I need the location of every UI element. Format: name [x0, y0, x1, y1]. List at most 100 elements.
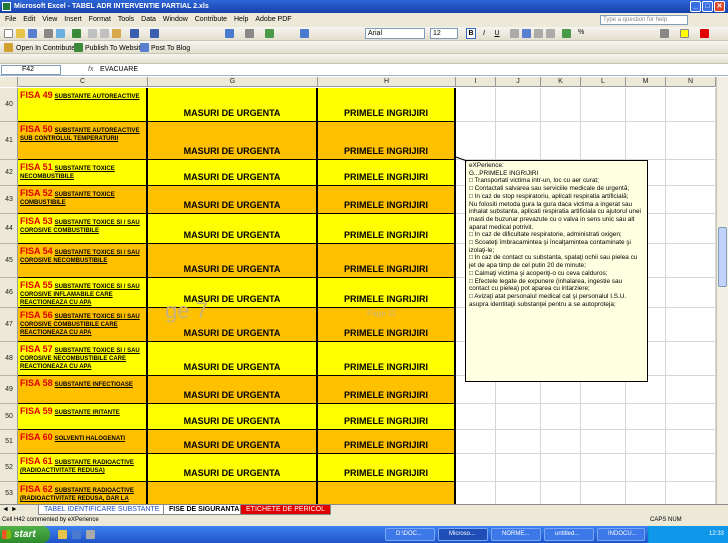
save-icon[interactable]: [28, 29, 37, 38]
empty-cell[interactable]: [626, 454, 666, 482]
menu-edit[interactable]: Edit: [23, 16, 35, 23]
task-button[interactable]: D:\DOC...: [385, 528, 435, 541]
empty-cell[interactable]: [666, 278, 716, 308]
empty-cell[interactable]: [496, 122, 541, 160]
cell-fisa[interactable]: FISA 62 SUBSTANTE RADIOACTIVE (RADIOACTI…: [18, 482, 148, 504]
cell-masuri-urgenta[interactable]: MASURI DE URGENTA: [148, 430, 318, 454]
cell-fisa[interactable]: FISA 61 SUBSTANTE RADIOACTIVE (RADIOACTI…: [18, 454, 148, 482]
empty-cell[interactable]: [666, 160, 716, 186]
task-button[interactable]: untitled...: [544, 528, 594, 541]
cell-masuri-urgenta[interactable]: MASURI DE URGENTA: [148, 214, 318, 244]
task-button[interactable]: NORME...: [491, 528, 541, 541]
fx-icon[interactable]: fx: [88, 64, 93, 76]
align-center-icon[interactable]: [522, 29, 531, 38]
empty-cell[interactable]: [496, 404, 541, 430]
task-button[interactable]: INDOCU...: [597, 528, 645, 541]
vertical-scrollbar[interactable]: [716, 77, 728, 504]
empty-cell[interactable]: [541, 404, 581, 430]
copy-icon[interactable]: [100, 29, 109, 38]
row-header[interactable]: 52: [0, 454, 18, 482]
empty-cell[interactable]: [541, 122, 581, 160]
print-icon[interactable]: [44, 29, 53, 38]
font-name-select[interactable]: Arial: [365, 28, 425, 39]
menu-contribute[interactable]: Contribute: [195, 16, 227, 23]
open-in-contribute-button[interactable]: Open In Contribute: [16, 44, 75, 53]
row-header[interactable]: 48: [0, 342, 18, 376]
empty-cell[interactable]: [456, 88, 496, 122]
task-button-active[interactable]: Microso...: [438, 528, 488, 541]
fill-color-icon[interactable]: [680, 29, 689, 38]
cell-fisa[interactable]: FISA 51 SUBSTANTE TOXICE NECOMBUSTIBILE: [18, 160, 148, 186]
empty-cell[interactable]: [541, 454, 581, 482]
menu-adobe-pdf[interactable]: Adobe PDF: [255, 16, 291, 23]
cell-fisa[interactable]: FISA 55 SUBSTANTE TOXICE SI / SAU COROSI…: [18, 278, 148, 308]
empty-cell[interactable]: [666, 482, 716, 504]
cell-masuri-urgenta[interactable]: MASURI DE URGENTA: [148, 160, 318, 186]
minimize-button[interactable]: _: [690, 1, 701, 12]
empty-cell[interactable]: [456, 404, 496, 430]
empty-cell[interactable]: [666, 430, 716, 454]
cell-fisa[interactable]: FISA 54 SUBSTANTE TOXICE SI / SAU COROSI…: [18, 244, 148, 278]
tab-fise-de-siguranta[interactable]: FISE DE SIGURANTA: [163, 505, 246, 515]
column-header-n[interactable]: N: [666, 77, 716, 87]
cell-masuri-urgenta[interactable]: MASURI DE URGENTA: [148, 186, 318, 214]
currency-icon[interactable]: [562, 29, 571, 38]
autosum-icon[interactable]: [245, 29, 254, 38]
cell-primele-ingrijiri[interactable]: PRIMELE INGRIJIRI: [318, 342, 456, 376]
cell-primele-ingrijiri[interactable]: PRIMELE INGRIJIRI: [318, 454, 456, 482]
empty-cell[interactable]: [666, 214, 716, 244]
cell-comment-box[interactable]: eXPerience: G...PRIMELE INGRIJIRI □ Tran…: [465, 160, 648, 382]
menu-insert[interactable]: Insert: [64, 16, 82, 23]
empty-cell[interactable]: [666, 122, 716, 160]
font-color-icon[interactable]: [700, 29, 709, 38]
hyperlink-icon[interactable]: [225, 29, 234, 38]
column-header-h[interactable]: H: [318, 77, 456, 87]
cell-masuri-urgenta[interactable]: MASURI DE URGENTA: [148, 404, 318, 430]
row-header[interactable]: 44: [0, 214, 18, 244]
empty-cell[interactable]: [581, 430, 626, 454]
empty-cell[interactable]: [626, 430, 666, 454]
cell-primele-ingrijiri[interactable]: PRIMELE INGRIJIRI: [318, 122, 456, 160]
cell-primele-ingrijiri[interactable]: PRIMELE INGRIJIRI: [318, 404, 456, 430]
cell-masuri-urgenta[interactable]: MASURI DE URGENTA: [148, 88, 318, 122]
align-left-icon[interactable]: [510, 29, 519, 38]
empty-cell[interactable]: [666, 244, 716, 278]
column-header-l[interactable]: L: [581, 77, 626, 87]
cell-masuri-urgenta[interactable]: [148, 482, 318, 504]
cell-primele-ingrijiri[interactable]: [318, 482, 456, 504]
cell-fisa[interactable]: FISA 56 SUBSTANTE TOXICE SI / SAU COROSI…: [18, 308, 148, 342]
column-header-j[interactable]: J: [496, 77, 541, 87]
new-icon[interactable]: [4, 29, 13, 38]
cell-primele-ingrijiri[interactable]: PRIMELE INGRIJIRI: [318, 278, 456, 308]
borders-icon[interactable]: [660, 29, 669, 38]
font-size-select[interactable]: 12: [430, 28, 458, 39]
empty-cell[interactable]: [541, 430, 581, 454]
quicklaunch-icon[interactable]: [58, 530, 67, 539]
cell-primele-ingrijiri[interactable]: PRIMELE INGRIJIRI: [318, 186, 456, 214]
column-header-g[interactable]: G: [148, 77, 318, 87]
formula-input[interactable]: EVACUARE: [100, 64, 138, 76]
tab-etichete-de-pericol[interactable]: ETICHETE DE PERICOL: [240, 505, 331, 515]
column-header-c[interactable]: C: [18, 77, 148, 87]
cell-primele-ingrijiri[interactable]: PRIMELE INGRIJIRI: [318, 244, 456, 278]
empty-cell[interactable]: [626, 122, 666, 160]
merge-center-icon[interactable]: [546, 29, 555, 38]
maximize-button[interactable]: □: [702, 1, 713, 12]
quicklaunch-icon[interactable]: [72, 530, 81, 539]
menu-view[interactable]: View: [42, 16, 57, 23]
cell-fisa[interactable]: FISA 49 SUBSTANTE AUTOREACTIVE: [18, 88, 148, 122]
chart-wizard-icon[interactable]: [300, 29, 309, 38]
row-header[interactable]: 46: [0, 278, 18, 308]
empty-cell[interactable]: [496, 482, 541, 504]
row-header[interactable]: 45: [0, 244, 18, 278]
row-header[interactable]: 50: [0, 404, 18, 430]
undo-icon[interactable]: [130, 29, 139, 38]
empty-cell[interactable]: [666, 88, 716, 122]
empty-cell[interactable]: [541, 88, 581, 122]
cell-primele-ingrijiri[interactable]: PRIMELE INGRIJIRI: [318, 160, 456, 186]
empty-cell[interactable]: [666, 186, 716, 214]
cell-masuri-urgenta[interactable]: MASURI DE URGENTA: [148, 342, 318, 376]
empty-cell[interactable]: [496, 88, 541, 122]
align-right-icon[interactable]: [534, 29, 543, 38]
row-header[interactable]: 40: [0, 88, 18, 122]
